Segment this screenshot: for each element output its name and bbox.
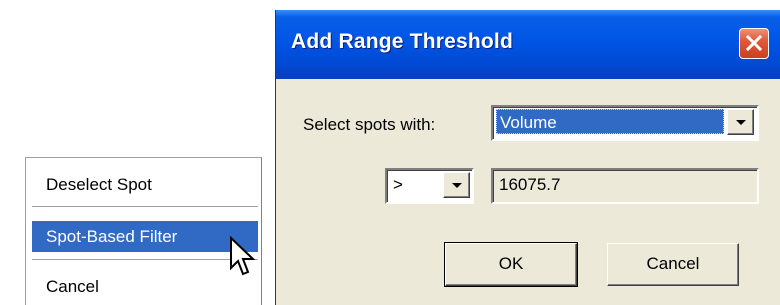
attribute-select-value: Volume <box>496 109 724 134</box>
dialog-titlebar[interactable]: Add Range Threshold <box>276 10 780 79</box>
chevron-down-icon <box>452 183 462 188</box>
attribute-dropdown-button[interactable] <box>727 109 754 135</box>
ok-button[interactable]: OK <box>444 242 578 287</box>
screenshot-stage: Deselect Spot Spot-Based Filter Cancel A… <box>0 0 780 305</box>
close-button[interactable] <box>739 28 769 59</box>
menu-separator <box>32 259 258 261</box>
threshold-value-field[interactable]: 16075.7 <box>491 168 759 204</box>
mouse-pointer-icon <box>230 236 256 276</box>
add-range-threshold-dialog: Add Range Threshold Select spots with: V… <box>275 10 780 305</box>
attribute-select[interactable]: Volume <box>491 105 759 141</box>
menu-item-deselect-spot[interactable]: Deselect Spot <box>32 169 258 200</box>
chevron-down-icon <box>736 120 746 125</box>
dialog-body: Select spots with: Volume > 16075.7 OK C… <box>276 79 780 305</box>
close-icon <box>745 34 763 52</box>
select-spots-label: Select spots with: <box>303 115 436 134</box>
context-menu: Deselect Spot Spot-Based Filter Cancel <box>25 157 262 305</box>
operator-select[interactable]: > <box>385 168 474 204</box>
menu-separator <box>32 206 258 208</box>
operator-select-value: > <box>393 175 403 194</box>
menu-item-spot-based-filter[interactable]: Spot-Based Filter <box>32 221 258 252</box>
cancel-button[interactable]: Cancel <box>607 243 739 286</box>
menu-item-cancel[interactable]: Cancel <box>32 271 258 302</box>
dialog-title: Add Range Threshold <box>291 30 513 53</box>
operator-dropdown-button[interactable] <box>443 172 470 198</box>
